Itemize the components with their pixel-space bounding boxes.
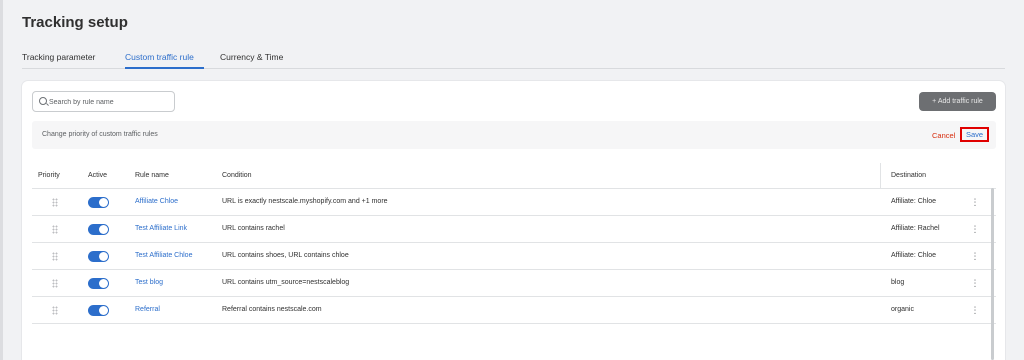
active-toggle[interactable] [88,251,109,262]
more-actions-icon[interactable]: ⋮ [970,252,980,262]
table-header: Priority Active Rule name Condition Dest… [32,163,996,189]
toggle-knob [99,306,108,315]
more-actions-icon[interactable]: ⋮ [970,225,980,235]
toggle-knob [99,279,108,288]
active-toggle[interactable] [88,278,109,289]
header-condition: Condition [222,172,252,179]
rules-table: Priority Active Rule name Condition Dest… [32,163,996,324]
tab-tracking-parameter[interactable]: Tracking parameter [22,52,95,62]
drag-handle-icon[interactable] [52,252,58,261]
rule-name-link[interactable]: Test Affiliate Link [135,225,187,232]
active-tab-indicator [125,67,204,69]
cancel-button[interactable]: Cancel [932,131,955,140]
table-row: Referral Referral contains nestscale.com… [32,297,996,324]
rule-destination: blog [891,279,905,286]
rule-condition: URL is exactly nestscale.myshopify.com a… [222,198,388,205]
page-title: Tracking setup [22,14,128,31]
rule-condition: Referral contains nestscale.com [222,306,322,313]
more-actions-icon[interactable]: ⋮ [970,306,980,316]
search-box[interactable] [32,91,175,112]
rule-condition: URL contains utm_source=nestscaleblog [222,279,350,286]
rule-name-link[interactable]: Test blog [135,279,163,286]
more-actions-icon[interactable]: ⋮ [970,279,980,289]
table-row: Test Affiliate Link URL contains rachel … [32,216,996,243]
rule-destination: organic [891,306,914,313]
table-row: Affiliate Chloe URL is exactly nestscale… [32,189,996,216]
tab-custom-traffic-rule[interactable]: Custom traffic rule [125,52,194,62]
rule-condition: URL contains rachel [222,225,285,232]
search-icon [39,97,47,105]
rule-name-link[interactable]: Referral [135,306,160,313]
drag-handle-icon[interactable] [52,279,58,288]
rule-destination: Affiliate: Chloe [891,198,937,205]
drag-handle-icon[interactable] [52,225,58,234]
left-edge [0,0,3,360]
header-destination: Destination [891,172,927,179]
rule-destination: Affiliate: Chloe [891,252,937,259]
save-button[interactable]: Save [960,127,989,142]
drag-handle-icon[interactable] [52,198,58,207]
rule-name-link[interactable]: Affiliate Chloe [135,198,178,205]
toggle-knob [99,225,108,234]
add-traffic-rule-button[interactable]: + Add traffic rule [919,92,996,111]
priority-bar-label: Change priority of custom traffic rules [42,131,158,138]
search-input[interactable] [49,95,169,109]
toggle-knob [99,198,108,207]
tab-bar: Tracking parameter Custom traffic rule C… [22,46,1005,69]
rule-name-link[interactable]: Test Affiliate Chloe [135,252,192,259]
rule-destination: Affiliate: Rachel [891,225,940,232]
table-row: Test blog URL contains utm_source=nestsc… [32,270,996,297]
rules-card: + Add traffic rule Change priority of cu… [22,81,1005,360]
priority-bar: Change priority of custom traffic rules … [32,121,996,149]
table-row: Test Affiliate Chloe URL contains shoes,… [32,243,996,270]
active-toggle[interactable] [88,305,109,316]
active-toggle[interactable] [88,197,109,208]
active-toggle[interactable] [88,224,109,235]
table-scrollbar[interactable] [991,188,994,360]
rule-condition: URL contains shoes, URL contains chloe [222,252,349,259]
header-priority: Priority [38,172,60,179]
drag-handle-icon[interactable] [52,306,58,315]
more-actions-icon[interactable]: ⋮ [970,198,980,208]
header-rule-name: Rule name [135,172,169,179]
header-divider [880,163,881,189]
tab-currency-time[interactable]: Currency & Time [220,52,283,62]
toggle-knob [99,252,108,261]
header-active: Active [88,172,108,179]
